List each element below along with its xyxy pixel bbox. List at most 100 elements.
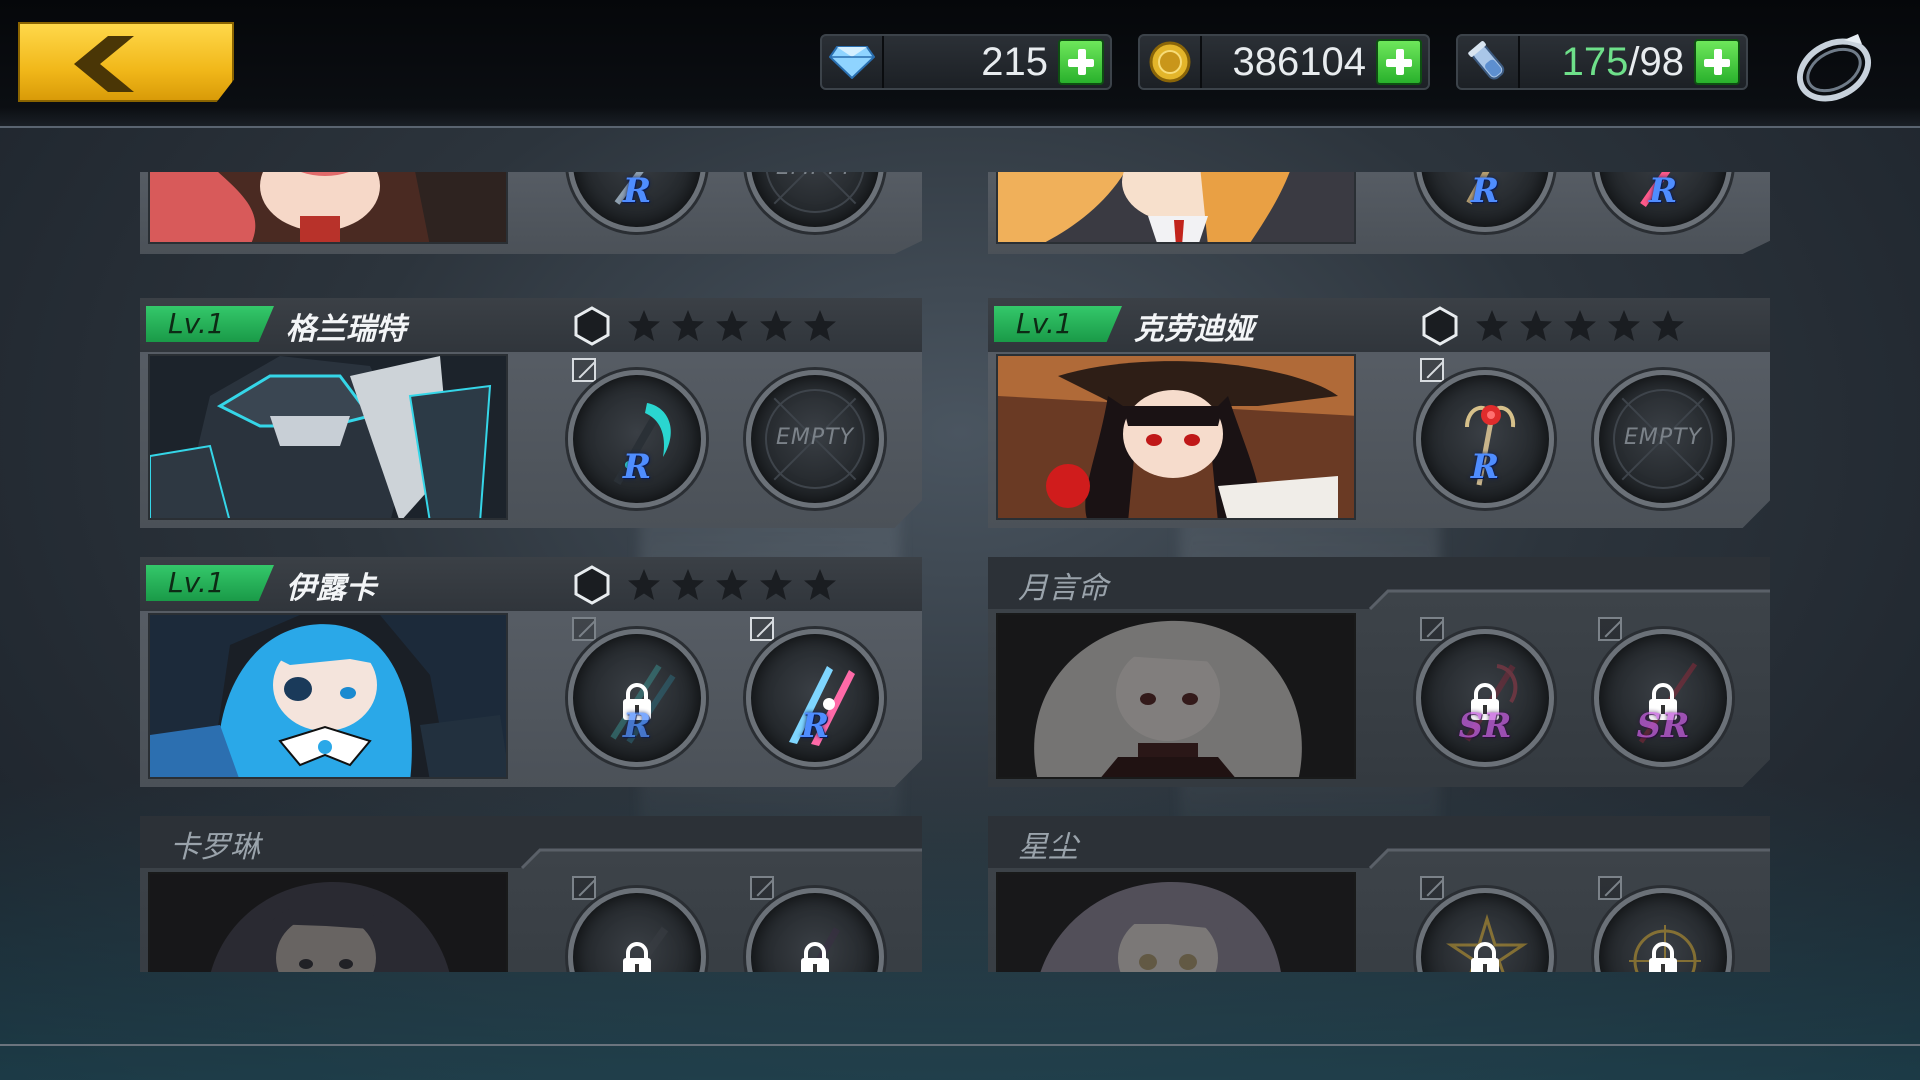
diamond-value: 215	[981, 39, 1048, 84]
rarity-label: R	[622, 706, 652, 746]
add-diamond-button[interactable]	[1058, 39, 1104, 85]
character-name: 星尘	[1018, 830, 1078, 865]
locked-weapon-slot[interactable]	[1416, 888, 1554, 972]
star-icon	[804, 569, 836, 600]
edit-icon[interactable]	[572, 358, 596, 382]
weapon-slot[interactable]: R	[1416, 172, 1554, 232]
star-icon	[760, 569, 792, 600]
stamina-potion-icon	[1458, 36, 1520, 88]
level-badge: Lv.1	[146, 565, 274, 601]
star-icon	[628, 569, 660, 600]
level-badge: Lv.1	[994, 306, 1122, 342]
star-icon	[760, 310, 792, 341]
empty-slot[interactable]: EMPTY	[746, 370, 884, 508]
weapon-slot[interactable]: R	[746, 629, 884, 767]
locked-weapon-slot[interactable]: R	[568, 629, 706, 767]
add-stamina-button[interactable]	[1694, 39, 1740, 85]
star-icon	[672, 310, 704, 341]
locked-character-card[interactable]: 星尘	[988, 816, 1770, 972]
edit-icon[interactable]	[572, 876, 596, 900]
edit-icon[interactable]	[1598, 617, 1622, 641]
character-name: 格兰瑞特	[286, 312, 406, 347]
locked-weapon-slot[interactable]	[1594, 888, 1732, 972]
character-portrait	[148, 172, 508, 244]
star-icon	[1608, 310, 1640, 341]
character-list[interactable]: R EMPTY R	[130, 172, 1790, 972]
star-icon	[672, 569, 704, 600]
card-header: Lv.1 克劳迪娅	[988, 298, 1770, 352]
stamina-counter: 175/98	[1456, 34, 1748, 90]
add-gold-button[interactable]	[1376, 39, 1422, 85]
rarity-label: R	[800, 706, 830, 746]
lock-icon	[801, 942, 829, 972]
rarity-label: R	[1470, 447, 1500, 487]
rarity-label: R	[1470, 172, 1500, 211]
rarity-label: R	[1648, 172, 1678, 211]
empty-label: EMPTY	[1623, 425, 1703, 450]
edit-icon[interactable]	[1420, 358, 1444, 382]
edit-icon[interactable]	[750, 617, 774, 641]
rarity-label: SR	[1458, 706, 1512, 746]
locked-weapon-slot[interactable]	[746, 888, 884, 972]
diamond-icon	[822, 36, 884, 88]
star-icon	[1652, 310, 1684, 341]
character-portrait	[996, 172, 1356, 244]
character-name: 卡罗琳	[170, 830, 260, 865]
star-icon	[628, 310, 660, 341]
top-bar: 215 386104 175/98	[0, 0, 1920, 128]
star-rating	[1474, 308, 1686, 344]
gold-value: 386104	[1232, 39, 1366, 84]
character-name: 月言命	[1018, 571, 1108, 606]
level-badge: Lv.1	[146, 306, 274, 342]
awaken-hexagon-icon	[574, 565, 610, 605]
edit-icon[interactable]	[572, 617, 596, 641]
weapon-slot[interactable]: R	[1416, 370, 1554, 508]
lock-icon	[623, 942, 651, 972]
star-icon	[1476, 310, 1508, 341]
edit-icon[interactable]	[1598, 876, 1622, 900]
star-rating	[626, 567, 838, 603]
character-name: 伊露卡	[286, 571, 376, 606]
character-portrait	[996, 613, 1356, 779]
lock-icon	[1649, 942, 1677, 972]
locked-character-card[interactable]: 卡罗琳	[140, 816, 922, 972]
character-card[interactable]: Lv.1 伊露卡 R R	[140, 557, 922, 787]
character-card[interactable]: R EMPTY	[140, 172, 922, 254]
locked-weapon-slot[interactable]: SR	[1416, 629, 1554, 767]
locked-weapon-slot[interactable]: SR	[1594, 629, 1732, 767]
gold-coin-icon	[1140, 36, 1202, 88]
character-card[interactable]: Lv.1 格兰瑞特 R EMPTY	[140, 298, 922, 528]
back-button[interactable]	[18, 22, 234, 102]
empty-label: EMPTY	[751, 172, 879, 180]
character-card[interactable]: R R	[988, 172, 1770, 254]
card-header: 星尘	[988, 816, 1770, 870]
locked-weapon-slot[interactable]	[568, 888, 706, 972]
weapon-slot[interactable]: R	[568, 370, 706, 508]
star-icon	[716, 569, 748, 600]
stamina-value: 175/98	[1561, 39, 1684, 84]
star-icon	[1564, 310, 1596, 341]
diamond-counter: 215	[820, 34, 1112, 90]
star-icon	[804, 310, 836, 341]
card-header: 月言命	[988, 557, 1770, 611]
gold-counter: 386104	[1138, 34, 1430, 90]
awaken-hexagon-icon	[1422, 306, 1458, 346]
lock-icon	[1471, 942, 1499, 972]
character-portrait	[148, 354, 508, 520]
weapon-slot[interactable]: R	[568, 172, 706, 232]
empty-slot[interactable]: EMPTY	[1594, 370, 1732, 508]
edit-icon[interactable]	[750, 876, 774, 900]
weapon-slot[interactable]: R	[1594, 172, 1732, 232]
empty-slot[interactable]: EMPTY	[746, 172, 884, 232]
locked-character-card[interactable]: 月言命 SR SR	[988, 557, 1770, 787]
edit-icon[interactable]	[1420, 876, 1444, 900]
star-icon	[716, 310, 748, 341]
character-portrait	[148, 872, 508, 972]
star-icon	[1520, 310, 1552, 341]
character-card[interactable]: Lv.1 克劳迪娅 R EMPTY	[988, 298, 1770, 528]
edit-icon[interactable]	[1420, 617, 1444, 641]
settings-ring-icon[interactable]	[1788, 26, 1880, 106]
awaken-hexagon-icon	[574, 306, 610, 346]
character-portrait	[996, 354, 1356, 520]
rarity-label: R	[622, 447, 652, 487]
